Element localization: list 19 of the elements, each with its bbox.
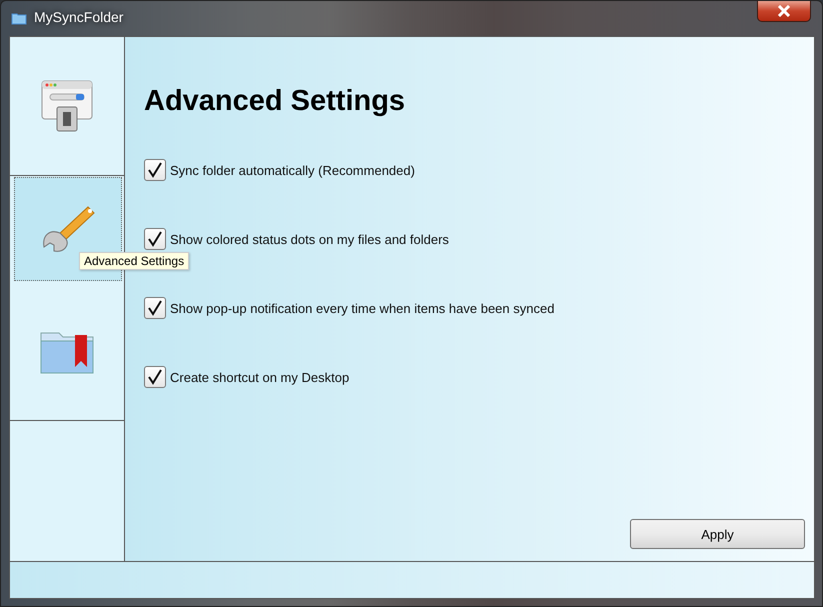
check-icon <box>147 300 163 316</box>
checkbox[interactable] <box>144 297 166 319</box>
check-icon <box>147 162 163 178</box>
page-heading: Advanced Settings <box>144 85 406 118</box>
close-button[interactable] <box>757 1 811 22</box>
tooltip: Advanced Settings <box>79 252 190 270</box>
checkbox[interactable] <box>144 159 166 181</box>
checkbox[interactable] <box>144 228 166 250</box>
window-title: MySyncFolder <box>34 9 124 25</box>
option-label: Create shortcut on my Desktop <box>170 370 350 384</box>
option-label: Show colored status dots on my files and folders <box>170 232 449 246</box>
settings-window-icon <box>40 79 94 133</box>
check-icon <box>147 231 163 247</box>
close-icon <box>777 5 791 17</box>
apply-button[interactable]: Apply <box>630 519 805 549</box>
check-icon <box>147 369 163 385</box>
option-label: Sync folder automatically (Recommended) <box>170 162 415 178</box>
checkbox[interactable] <box>144 366 166 388</box>
option-label: Show pop-up notification every time when items have been synced <box>170 300 554 316</box>
